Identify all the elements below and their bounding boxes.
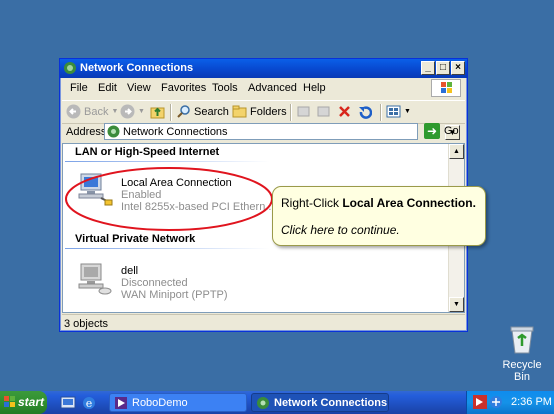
scroll-down-button[interactable]: ▼ [449, 297, 464, 312]
menu-view[interactable]: View [127, 82, 151, 94]
undo-icon [359, 106, 372, 119]
instruction-callout[interactable]: Right-Click Local Area Connection. Click… [272, 186, 486, 246]
menu-bar: File Edit View Favorites Tools Advanced … [62, 79, 465, 99]
recycle-bin-label: Recycle Bin [502, 359, 542, 383]
back-button[interactable]: Back ▼ [66, 104, 118, 119]
address-bar: Address Network Connections ▼ ➜ Go [62, 122, 465, 142]
search-icon [177, 105, 190, 118]
recycle-bin[interactable]: Recycle Bin [500, 324, 544, 383]
network-connections-icon [107, 125, 120, 138]
group-header-vpn: Virtual Private Network [75, 233, 196, 245]
window-title: Network Connections [80, 62, 194, 74]
menu-help[interactable]: Help [303, 82, 326, 94]
show-desktop-icon[interactable] [60, 395, 76, 411]
taskbar: start e RoboDemo Network Connections 2:3… [0, 391, 554, 414]
group-divider [65, 161, 270, 162]
group-divider [65, 248, 270, 249]
menu-favorites[interactable]: Favorites [161, 82, 206, 94]
windows-flag-icon [441, 82, 452, 93]
internet-explorer-icon[interactable]: e [81, 395, 97, 411]
address-label: Address [66, 126, 107, 138]
copy-to-button[interactable] [316, 104, 331, 119]
back-arrow-icon [66, 104, 81, 119]
network-folder-icon [64, 62, 76, 74]
folders-button[interactable]: Folders [232, 104, 287, 119]
toolbar-separator [290, 104, 292, 121]
move-to-button[interactable] [296, 104, 311, 119]
go-arrow-icon: ➜ [424, 123, 440, 139]
search-button[interactable]: Search [176, 104, 229, 119]
network-connections-icon [257, 397, 269, 409]
menu-tools[interactable]: Tools [212, 82, 238, 94]
folders-icon [232, 105, 247, 118]
move-to-icon [297, 106, 310, 117]
highlight-ellipse [65, 167, 273, 231]
title-bar[interactable]: Network Connections _ □ × [60, 59, 467, 78]
start-button[interactable]: start [0, 391, 47, 414]
views-button[interactable]: ▼ [386, 104, 411, 119]
close-button[interactable]: × [451, 61, 465, 75]
vpn-connection-status: Disconnected [121, 277, 188, 289]
recycle-bin-icon [510, 326, 534, 354]
callout-continue-link[interactable]: Click here to continue. [281, 223, 400, 237]
undo-button[interactable] [357, 104, 372, 119]
tray-app-icon[interactable] [473, 395, 487, 409]
toolbar-separator [170, 104, 172, 121]
tray-network-icon[interactable] [489, 395, 503, 409]
taskbar-robodemo[interactable]: RoboDemo [109, 393, 247, 412]
forward-button[interactable]: ▼ [120, 104, 145, 119]
address-input[interactable]: Network Connections ▼ [104, 123, 460, 140]
up-folder-button[interactable] [150, 104, 165, 119]
delete-button[interactable] [337, 104, 352, 119]
svg-text:e: e [86, 397, 93, 410]
windows-logo [431, 79, 461, 97]
robodemo-icon [115, 397, 127, 409]
go-button[interactable]: ➜ Go [424, 123, 459, 139]
scroll-up-button[interactable]: ▲ [449, 144, 464, 159]
menu-advanced[interactable]: Advanced [248, 82, 297, 94]
forward-arrow-icon [120, 104, 135, 119]
standard-toolbar: Back ▼ ▼ Search Folders ▼ [62, 100, 465, 124]
status-object-count: 3 objects [64, 318, 109, 330]
delete-x-icon [339, 106, 350, 117]
system-tray: 2:36 PM [466, 391, 554, 414]
menu-edit[interactable]: Edit [98, 82, 117, 94]
status-bar: 3 objects [62, 314, 465, 332]
views-grid-icon [386, 105, 401, 118]
taskbar-network-connections[interactable]: Network Connections [251, 393, 389, 412]
maximize-button[interactable]: □ [436, 61, 450, 75]
group-header-lan: LAN or High-Speed Internet [75, 146, 220, 158]
vpn-connection-device: WAN Miniport (PPTP) [121, 289, 228, 301]
callout-instruction: Right-Click Local Area Connection. [281, 196, 476, 210]
vpn-connection-icon[interactable] [77, 262, 113, 296]
toolbar-separator [380, 104, 382, 121]
windows-flag-icon [4, 396, 15, 407]
copy-to-icon [317, 106, 330, 117]
up-folder-icon [150, 107, 165, 119]
minimize-button[interactable]: _ [421, 61, 435, 75]
menu-file[interactable]: File [70, 82, 88, 94]
vpn-connection-name[interactable]: dell [121, 265, 138, 277]
clock[interactable]: 2:36 PM [511, 396, 552, 408]
